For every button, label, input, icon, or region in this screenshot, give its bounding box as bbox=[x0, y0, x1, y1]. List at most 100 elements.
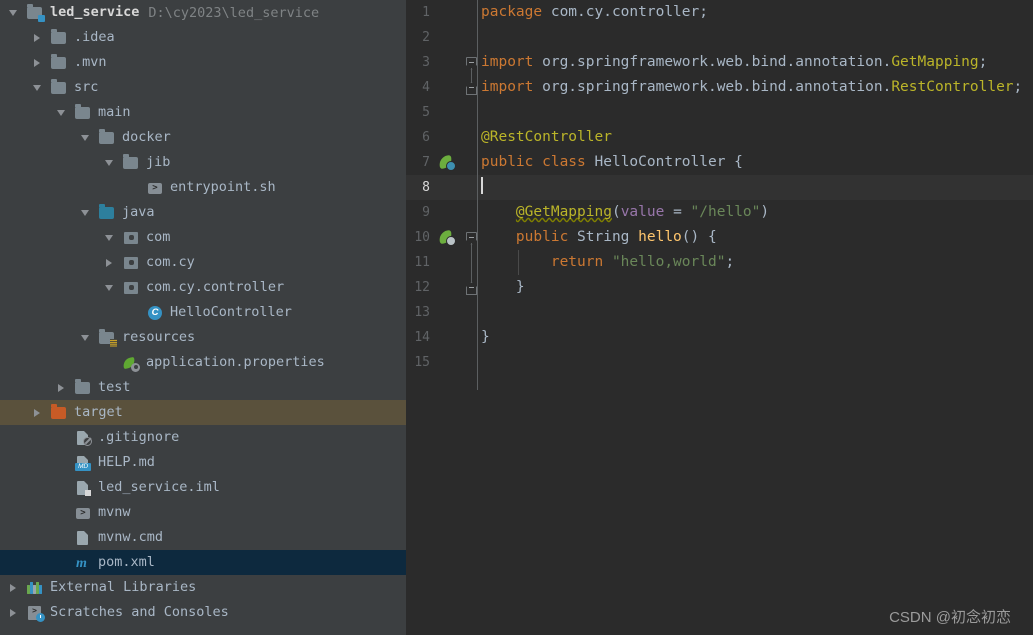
tree-row-led-service-iml[interactable]: led_service.iml bbox=[0, 475, 406, 500]
editor-gutter[interactable]: 4 bbox=[406, 75, 477, 100]
shell-script-icon: > bbox=[146, 180, 164, 196]
tree-row-target[interactable]: target bbox=[0, 400, 406, 425]
tree-row-mvnw-cmd[interactable]: mvnw.cmd bbox=[0, 525, 406, 550]
tree-row-com-cy[interactable]: com.cy bbox=[0, 250, 406, 275]
markdown-file-icon: MD bbox=[74, 455, 92, 471]
code-text: @RestController bbox=[472, 125, 612, 150]
fold-region-line bbox=[471, 68, 472, 82]
editor-area[interactable]: 1 package com.cy.controller; 2 3 import org.… bbox=[406, 0, 1033, 635]
editor-gutter[interactable]: 13 bbox=[406, 300, 472, 325]
chevron-down-icon[interactable] bbox=[79, 131, 92, 144]
tree-item-label: com.cy bbox=[146, 254, 195, 270]
tree-row-com[interactable]: com bbox=[0, 225, 406, 250]
code-token: ) bbox=[760, 204, 770, 220]
iml-file-icon bbox=[74, 480, 92, 496]
chevron-down-icon[interactable] bbox=[79, 331, 92, 344]
editor-gutter[interactable]: 2 bbox=[406, 25, 472, 50]
project-path-label: D:\cy2023\led_service bbox=[148, 4, 320, 21]
tree-row-src[interactable]: src bbox=[0, 75, 406, 100]
ide-window: led_service D:\cy2023\led_service .idea .mv… bbox=[0, 0, 1033, 635]
code-token: ( bbox=[611, 204, 621, 220]
editor-gutter[interactable]: 7 bbox=[406, 150, 472, 175]
chevron-right-icon[interactable] bbox=[31, 31, 44, 44]
editor-gutter[interactable]: 9 bbox=[406, 200, 472, 225]
tree-row-docker[interactable]: docker bbox=[0, 125, 406, 150]
code-line[interactable]: 5 bbox=[406, 100, 1033, 125]
code-line[interactable]: 11 return "hello,world"; bbox=[406, 250, 1033, 275]
chevron-down-icon[interactable] bbox=[7, 6, 20, 19]
editor-gutter[interactable]: 8 bbox=[406, 175, 472, 200]
tree-row-pom-xml[interactable]: m pom.xml bbox=[0, 550, 406, 575]
line-number: 7 bbox=[422, 155, 430, 170]
tree-row-external-libraries[interactable]: External Libraries bbox=[0, 575, 406, 600]
code-line[interactable]: 13 bbox=[406, 300, 1033, 325]
tree-row-application-properties[interactable]: application.properties bbox=[0, 350, 406, 375]
chevron-down-icon[interactable] bbox=[55, 106, 68, 119]
code-line[interactable]: 8 bbox=[406, 175, 1033, 200]
tree-item-label: jib bbox=[146, 154, 171, 170]
tree-row-hellocontroller[interactable]: C HelloController bbox=[0, 300, 406, 325]
editor-gutter[interactable]: 12 bbox=[406, 275, 477, 300]
code-line[interactable]: 9 @GetMapping(value = "/hello") bbox=[406, 200, 1033, 225]
tree-row-main[interactable]: main bbox=[0, 100, 406, 125]
tree-row-test[interactable]: test bbox=[0, 375, 406, 400]
tree-row-scratches-and-consoles[interactable]: > Scratches and Consoles bbox=[0, 600, 406, 625]
folder-module-icon bbox=[26, 4, 45, 22]
tree-row-resources[interactable]: resources bbox=[0, 325, 406, 350]
folder-icon bbox=[74, 379, 92, 396]
code-token: { bbox=[725, 154, 743, 170]
editor-gutter[interactable]: 6 bbox=[406, 125, 472, 150]
chevron-right-icon[interactable] bbox=[55, 381, 68, 394]
spring-bean-gutter-icon[interactable] bbox=[437, 229, 456, 246]
chevron-down-icon[interactable] bbox=[103, 281, 116, 294]
tree-row-jib[interactable]: jib bbox=[0, 150, 406, 175]
chevron-down-icon[interactable] bbox=[103, 156, 116, 169]
code-line[interactable]: 6 @RestController bbox=[406, 125, 1033, 150]
editor-gutter[interactable]: 10 bbox=[406, 225, 477, 250]
code-line[interactable]: 15 bbox=[406, 350, 1033, 375]
folder-icon bbox=[50, 29, 68, 46]
code-token: ; bbox=[1013, 79, 1023, 95]
code-line[interactable]: 3 import org.springframework.web.bind.ann… bbox=[406, 50, 1033, 75]
tree-row-help-md[interactable]: MD HELP.md bbox=[0, 450, 406, 475]
chevron-down-icon[interactable] bbox=[31, 81, 44, 94]
project-tool-window[interactable]: led_service D:\cy2023\led_service .idea .mv… bbox=[0, 0, 406, 635]
code-line[interactable]: 2 bbox=[406, 25, 1033, 50]
tree-row-com-cy-controller[interactable]: com.cy.controller bbox=[0, 275, 406, 300]
code-line[interactable]: 10 public String hello() { bbox=[406, 225, 1033, 250]
tree-row-java[interactable]: java bbox=[0, 200, 406, 225]
tree-item-label: pom.xml bbox=[98, 554, 155, 570]
code-line[interactable]: 1 package com.cy.controller; bbox=[406, 0, 1033, 25]
chevron-down-icon[interactable] bbox=[103, 231, 116, 244]
editor-gutter[interactable]: 11 bbox=[406, 250, 472, 275]
code-line[interactable]: 4 import org.springframework.web.bind.ann… bbox=[406, 75, 1033, 100]
code-line[interactable]: 12 } bbox=[406, 275, 1033, 300]
chevron-right-icon[interactable] bbox=[31, 406, 44, 419]
spring-bean-gutter-icon[interactable] bbox=[437, 154, 456, 171]
line-number: 15 bbox=[414, 355, 430, 370]
chevron-right-icon[interactable] bbox=[103, 256, 116, 269]
chevron-right-icon[interactable] bbox=[31, 56, 44, 69]
editor-gutter[interactable]: 5 bbox=[406, 100, 472, 125]
tree-row-idea[interactable]: .idea bbox=[0, 25, 406, 50]
tree-row-gitignore[interactable]: .gitignore bbox=[0, 425, 406, 450]
editor-gutter[interactable]: 3 bbox=[406, 50, 477, 75]
editor-gutter[interactable]: 14 bbox=[406, 325, 472, 350]
chevron-right-icon[interactable] bbox=[7, 581, 20, 594]
code-line[interactable]: 14} bbox=[406, 325, 1033, 350]
tree-row-led-service[interactable]: led_service D:\cy2023\led_service bbox=[0, 0, 406, 25]
chevron-right-icon[interactable] bbox=[7, 606, 20, 619]
code-line[interactable]: 7 public class HelloController { bbox=[406, 150, 1033, 175]
code-token: public bbox=[515, 229, 578, 245]
tree-row-entrypoint-sh[interactable]: > entrypoint.sh bbox=[0, 175, 406, 200]
tree-row-mvn[interactable]: .mvn bbox=[0, 50, 406, 75]
editor-gutter[interactable]: 15 bbox=[406, 350, 472, 375]
tree-row-mvnw[interactable]: > mvnw bbox=[0, 500, 406, 525]
editor-gutter[interactable]: 1 bbox=[406, 0, 472, 25]
chevron-down-icon[interactable] bbox=[79, 206, 92, 219]
code-token: package bbox=[481, 4, 551, 20]
